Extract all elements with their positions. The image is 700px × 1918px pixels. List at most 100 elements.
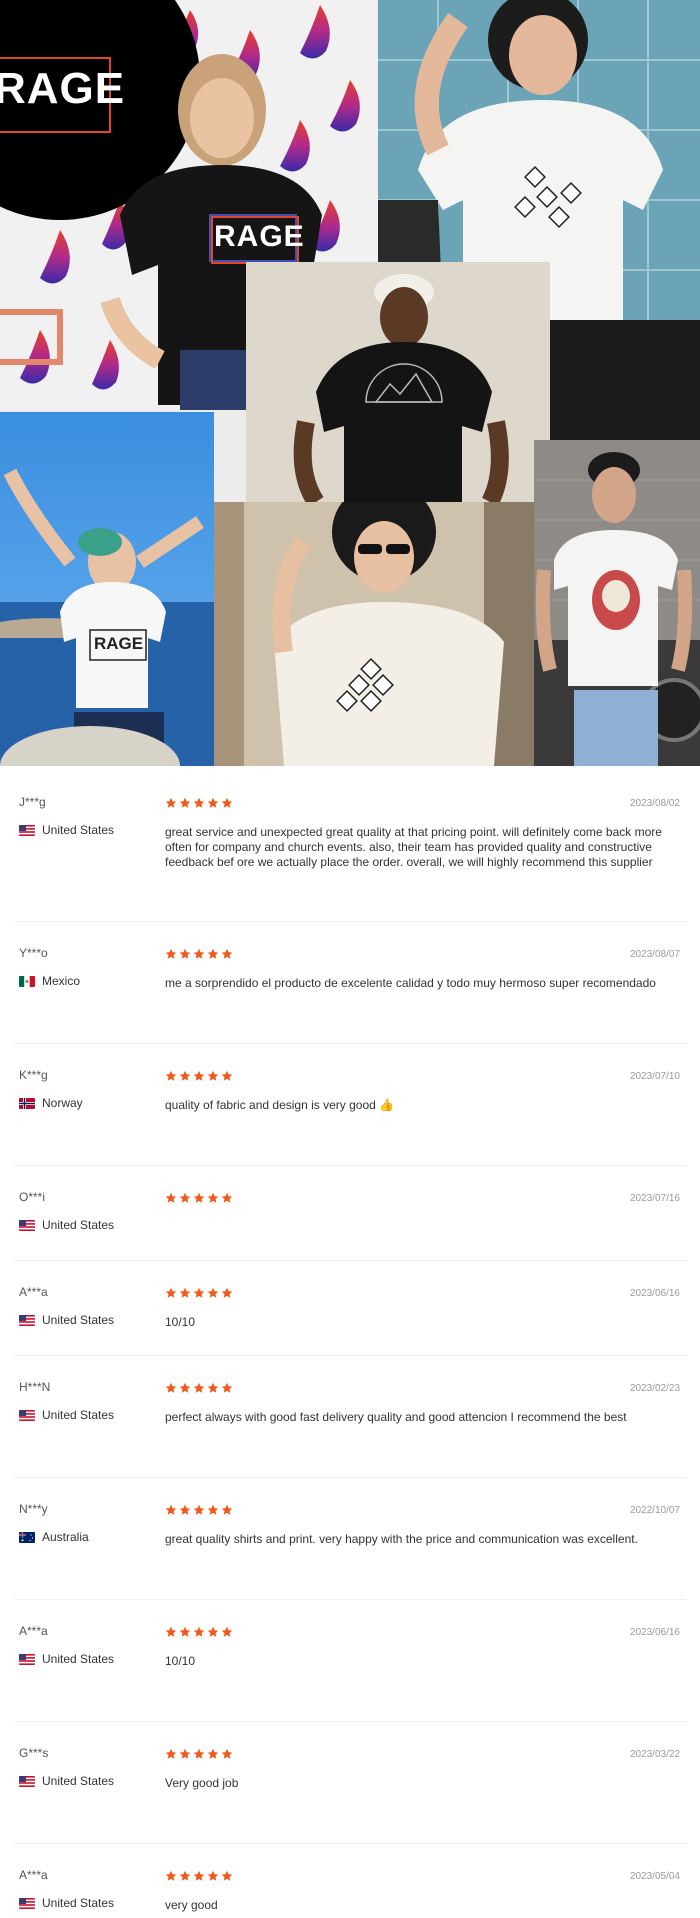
star-icon [193, 1070, 205, 1081]
rating-stars [165, 1070, 233, 1082]
star-icon [193, 797, 205, 808]
reviewer-country: United States [19, 1313, 114, 1327]
star-icon [179, 1748, 191, 1759]
star-icon [207, 1870, 219, 1881]
star-icon [207, 1382, 219, 1393]
review-text: perfect always with good fast delivery q… [165, 1410, 627, 1424]
rating-stars [165, 1192, 233, 1204]
star-icon [165, 1626, 177, 1637]
star-icon [207, 1504, 219, 1515]
mx-flag-icon [19, 975, 35, 987]
reviewer-country: Mexico [19, 974, 80, 988]
rating-stars [165, 1626, 233, 1638]
star-icon [165, 1287, 177, 1298]
star-icon [221, 1870, 233, 1881]
reviewer-name: H***N [19, 1380, 51, 1394]
star-icon [193, 1626, 205, 1637]
rage-shirt-girl-photo: RAGE [0, 412, 214, 766]
star-icon [165, 1192, 177, 1203]
reviewer-name: N***y [19, 1502, 48, 1516]
country-name: United States [42, 823, 115, 837]
review-date: 2023/08/02 [629, 798, 680, 809]
star-icon [179, 1070, 191, 1081]
star-icon [165, 948, 177, 959]
reviewer-country: United States [19, 1218, 114, 1232]
star-icon [207, 1748, 219, 1759]
review-date: 2023/06/16 [629, 1627, 680, 1638]
rating-stars [165, 1287, 233, 1299]
star-icon [179, 1870, 191, 1881]
us-flag-icon [19, 1653, 35, 1665]
no-flag-icon [19, 1097, 35, 1109]
review-date: 2023/05/04 [629, 1871, 680, 1882]
star-icon [221, 1287, 233, 1298]
review-text: 10/10 [165, 1315, 196, 1329]
star-icon [207, 1070, 219, 1081]
review-divider [14, 1843, 686, 1844]
reviewer-name: A***a [19, 1868, 48, 1882]
reviewer-country: Australia [19, 1530, 89, 1544]
review-date: 2023/08/07 [629, 949, 680, 960]
us-flag-icon [19, 1775, 35, 1787]
star-icon [179, 1287, 191, 1298]
country-name: United States [42, 1774, 115, 1788]
country-name: United States [42, 1218, 115, 1232]
star-icon [207, 797, 219, 808]
reviewer-country: United States [19, 1896, 114, 1910]
reviewer-name: G***s [19, 1746, 49, 1760]
review-text: 10/10 [165, 1654, 196, 1668]
star-icon [193, 1870, 205, 1881]
star-icon [179, 1382, 191, 1393]
star-icon [165, 1748, 177, 1759]
country-name: United States [42, 1313, 115, 1327]
star-icon [165, 1382, 177, 1393]
star-icon [207, 948, 219, 959]
reviewer-name: K***g [19, 1068, 48, 1082]
review-divider [14, 1477, 686, 1478]
us-flag-icon [19, 1897, 35, 1909]
review-text: great service and unexpected great quali… [165, 825, 662, 869]
star-icon [165, 1504, 177, 1515]
review-divider [14, 1165, 686, 1166]
review-divider [14, 1599, 686, 1600]
skull-shirt-biker-photo [534, 440, 700, 766]
star-icon [221, 1382, 233, 1393]
star-icon [221, 1504, 233, 1515]
rage-shirt-print: RAGE [214, 220, 305, 253]
star-icon [207, 1192, 219, 1203]
product-photo-collage: RAGE RAGE RAGE [0, 0, 700, 766]
review-text: quality of fabric and design is very goo… [165, 1098, 395, 1112]
reviewer-name: J***g [19, 795, 46, 809]
rating-stars [165, 1382, 233, 1394]
country-name: United States [42, 1652, 115, 1666]
reviewer-country: United States [19, 823, 114, 837]
reviewer-country: United States [19, 1652, 114, 1666]
star-icon [179, 1504, 191, 1515]
country-name: Mexico [42, 974, 81, 988]
rating-stars [165, 797, 233, 809]
rating-stars [165, 948, 233, 960]
review-date: 2023/07/10 [629, 1071, 680, 1082]
star-icon [221, 1070, 233, 1081]
rage-girl-shirt-print: RAGE [94, 634, 144, 653]
star-icon [221, 797, 233, 808]
review-date: 2023/07/16 [629, 1193, 680, 1204]
star-icon [221, 1626, 233, 1637]
star-icon [179, 948, 191, 959]
star-icon [179, 1192, 191, 1203]
review-text: very good [165, 1898, 218, 1912]
review-divider [14, 1260, 686, 1261]
reviewer-name: O***i [19, 1190, 46, 1204]
reviewer-country: Norway [19, 1096, 83, 1110]
review-divider [14, 1355, 686, 1356]
rage-logo-text: RAGE [0, 64, 126, 113]
reviewer-name: Y***o [19, 946, 48, 960]
country-name: Australia [42, 1530, 89, 1544]
rating-stars [165, 1504, 233, 1516]
country-name: United States [42, 1896, 115, 1910]
star-icon [193, 1192, 205, 1203]
us-flag-icon [19, 824, 35, 836]
vase-shirt-sunglasses-photo [214, 502, 534, 766]
review-text: Very good job [165, 1776, 239, 1790]
review-divider [14, 1721, 686, 1722]
